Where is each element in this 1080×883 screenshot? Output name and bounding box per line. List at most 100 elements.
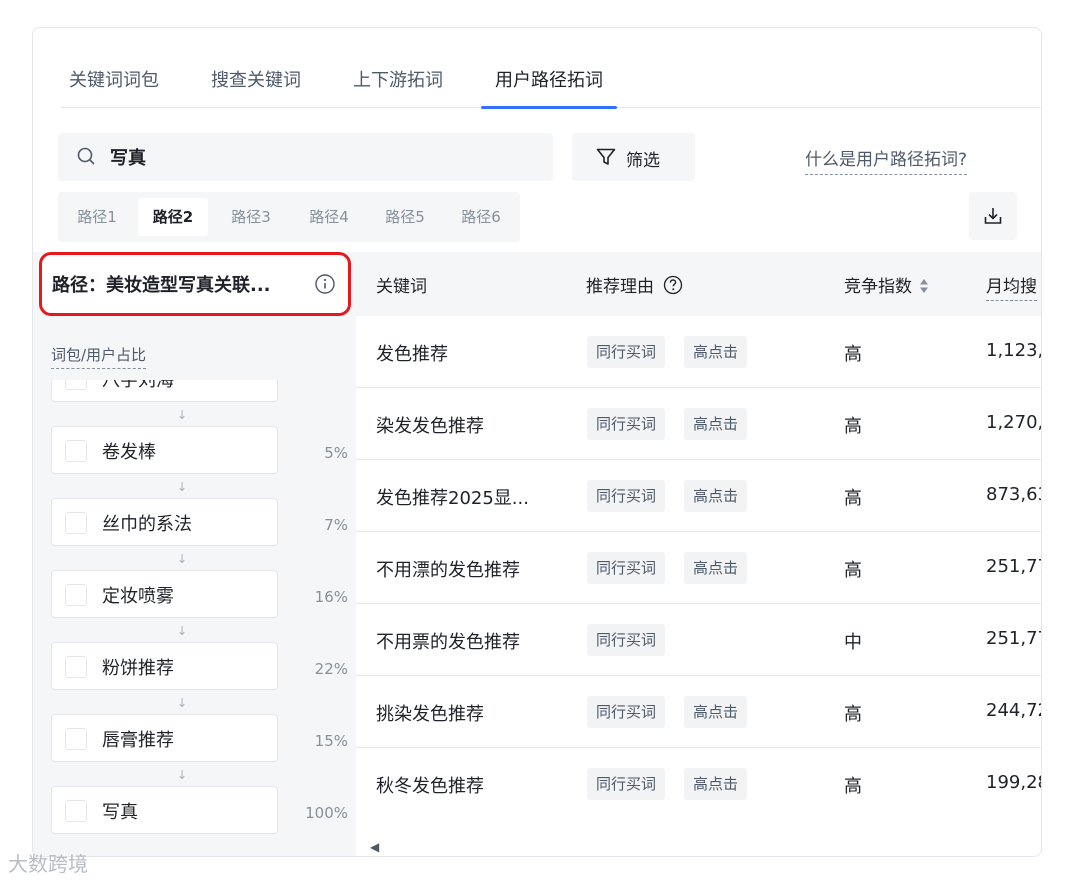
keyword-cell: 不用票的发色推荐 [376,632,520,653]
down-arrow-icon: ↓ [177,408,188,422]
keyword-expansion-card: 关键词词包 搜查关键词 上下游拓词 用户路径拓词 筛选 什么是用户路径拓词? 路… [32,27,1042,857]
step-name: 卷发棒 [102,442,156,463]
competition-cell: 高 [844,776,862,797]
info-icon[interactable] [314,273,336,295]
keyword-cell: 挑染发色推荐 [376,704,484,725]
tab-user-path[interactable]: 用户路径拓词 [481,66,617,109]
filter-button[interactable]: 筛选 [572,133,695,181]
filter-label: 筛选 [626,151,660,171]
col-reason-label: 推荐理由 [586,277,654,297]
help-icon[interactable] [663,275,683,295]
step-name: 八字刘海 [102,380,174,391]
checkbox[interactable] [65,512,87,534]
download-button[interactable] [969,192,1017,240]
checkbox[interactable] [65,728,87,750]
tab-search-keywords[interactable]: 搜查关键词 [211,66,301,108]
scroll-left-arrow-icon[interactable]: ◀ [370,840,379,854]
step-percent: 100% [305,804,348,822]
table-row[interactable]: 秋冬发色推荐 同行买词 高点击 高 199,28 [356,748,1041,820]
table-row[interactable]: 不用票的发色推荐 同行买词 中 251,77 [356,604,1041,676]
table-row[interactable]: 不用漂的发色推荐 同行买词 高点击 高 251,77 [356,532,1041,604]
monthly-cell: 873,63 [986,484,1041,505]
checkbox[interactable] [65,800,87,822]
step-checkbox-row[interactable]: 唇膏推荐 [51,714,278,762]
search-icon [77,147,95,165]
path-step: 唇膏推荐 15% [51,714,351,764]
search-input[interactable] [110,133,530,181]
reason-tag: 同行买词 [587,768,666,800]
step-percent: 5% [324,444,348,462]
step-percent: 7% [324,516,348,534]
step-name: 丝巾的系法 [102,514,192,535]
step-checkbox-row[interactable]: 定妆喷雾 [51,570,278,618]
path-step: 定妆喷雾 16% [51,570,351,620]
step-checkbox-row[interactable]: 丝巾的系法 [51,498,278,546]
checkbox[interactable] [65,380,87,390]
reason-tag: 同行买词 [587,336,666,368]
table-row[interactable]: 发色推荐 同行买词 高点击 高 1,123, [356,316,1042,388]
monthly-cell: 1,123, [986,340,1042,361]
step-name: 定妆喷雾 [102,586,174,607]
filter-icon [596,148,616,165]
path-tab-2[interactable]: 路径2 [138,198,208,236]
step-percent: 16% [314,588,348,606]
path-tab-1[interactable]: 路径1 [64,198,130,236]
monthly-cell: 244,72 [986,700,1041,721]
path-tab-5[interactable]: 路径5 [370,198,440,236]
reason-tag: 高点击 [684,768,748,800]
path-tab-3[interactable]: 路径3 [216,198,286,236]
download-icon [984,208,1002,224]
competition-cell: 高 [844,704,862,725]
step-checkbox-row[interactable]: 卷发棒 [51,426,278,474]
package-user-ratio-label[interactable]: 词包/用户占比 [51,344,147,369]
path-tab-6[interactable]: 路径6 [446,198,516,236]
table-row[interactable]: 挑染发色推荐 同行买词 高点击 高 244,72 [356,676,1041,748]
competition-cell: 高 [844,344,862,365]
path-steps: 八字刘海 8% ↓ 卷发棒 5% ↓ 丝巾的系法 7% ↓ [33,380,356,856]
path-step: 写真 100% [51,786,351,836]
path-panel: 路径：美妆造型写真关联... 词包/用户占比 八字刘海 8% ↓ 卷发棒 [33,252,356,856]
keyword-cell: 不用漂的发色推荐 [376,560,520,581]
step-checkbox-row[interactable]: 粉饼推荐 [51,642,278,690]
monthly-cell: 251,77 [986,628,1041,649]
reason-tag: 高点击 [684,336,748,368]
keyword-cell: 秋冬发色推荐 [376,776,484,797]
sort-icon[interactable] [919,278,929,294]
watermark-logo: 大数跨境 [8,852,88,876]
checkbox[interactable] [65,440,87,462]
step-checkbox-row[interactable]: 写真 [51,786,278,834]
table-header: 关键词 推荐理由 竞争指数 月均搜 [356,252,1041,316]
reason-tag: 同行买词 [587,624,666,656]
search-box[interactable] [58,133,553,181]
tab-bar: 关键词词包 搜查关键词 上下游拓词 用户路径拓词 [61,58,1041,109]
path-tab-group: 路径1 路径2 路径3 路径4 路径5 路径6 [58,192,520,242]
keyword-table: 关键词 推荐理由 竞争指数 月均搜 发色推荐 同行买词 高点击 高 1,123,… [356,252,1042,856]
step-name: 写真 [102,802,138,823]
table-row[interactable]: 染发发色推荐 同行买词 高点击 高 1,270, [356,388,1042,460]
col-monthly-search[interactable]: 月均搜 [986,272,1037,301]
reason-tag: 高点击 [684,552,748,584]
down-arrow-icon: ↓ [177,768,188,782]
checkbox[interactable] [65,584,87,606]
keyword-cell: 发色推荐 [376,344,448,365]
path-tab-4[interactable]: 路径4 [294,198,364,236]
tab-up-downstream[interactable]: 上下游拓词 [353,66,443,108]
path-step: 粉饼推荐 22% [51,642,351,692]
reason-tag: 同行买词 [587,696,666,728]
step-name: 唇膏推荐 [102,730,174,751]
down-arrow-icon: ↓ [177,552,188,566]
col-competition[interactable]: 竞争指数 [844,272,929,297]
path-header: 路径：美妆造型写真关联... [39,252,351,316]
reason-tag: 高点击 [684,696,748,728]
reason-tag: 同行买词 [587,552,666,584]
step-checkbox-row[interactable]: 八字刘海 [51,380,278,402]
checkbox[interactable] [65,656,87,678]
path-step: 卷发棒 5% [51,426,351,476]
reason-tag: 同行买词 [587,408,666,440]
table-row[interactable]: 发色推荐2025显... 同行买词 高点击 高 873,63 [356,460,1041,532]
col-keyword: 关键词 [376,277,427,297]
down-arrow-icon: ↓ [177,696,188,710]
tab-keyword-packages[interactable]: 关键词词包 [69,66,159,108]
monthly-cell: 1,270, [986,412,1042,433]
what-is-user-path-link[interactable]: 什么是用户路径拓词? [805,145,968,175]
